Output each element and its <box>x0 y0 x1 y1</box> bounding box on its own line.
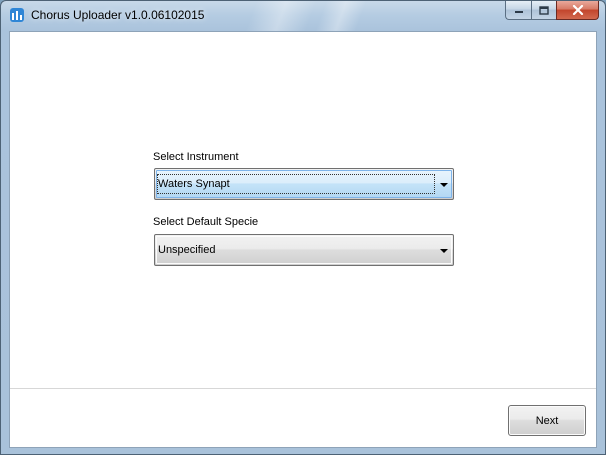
minimize-icon <box>514 11 523 13</box>
close-icon <box>572 5 583 15</box>
maximize-icon <box>539 5 549 15</box>
specie-label: Select Default Specie <box>153 216 259 228</box>
close-button[interactable] <box>556 1 599 20</box>
maximize-button[interactable] <box>531 1 556 20</box>
title-bar[interactable]: Chorus Uploader v1.0.06102015 <box>1 1 605 31</box>
chevron-down-icon <box>440 183 448 187</box>
footer-divider <box>10 388 596 389</box>
instrument-label: Select Instrument <box>153 151 239 163</box>
next-button[interactable]: Next <box>508 405 586 436</box>
minimize-button[interactable] <box>505 1 531 20</box>
instrument-value: Waters Synapt <box>158 178 230 190</box>
chorus-app-icon <box>10 8 24 22</box>
client-area: Select Instrument Waters Synapt Select D… <box>9 31 597 448</box>
chevron-down-icon <box>440 249 448 253</box>
app-window: Chorus Uploader v1.0.06102015 Select Ins… <box>0 0 606 455</box>
specie-value: Unspecified <box>158 244 216 256</box>
specie-select[interactable]: Unspecified <box>154 234 454 266</box>
window-title: Chorus Uploader v1.0.06102015 <box>31 8 205 22</box>
window-controls <box>505 1 599 20</box>
instrument-select[interactable]: Waters Synapt <box>154 168 454 200</box>
